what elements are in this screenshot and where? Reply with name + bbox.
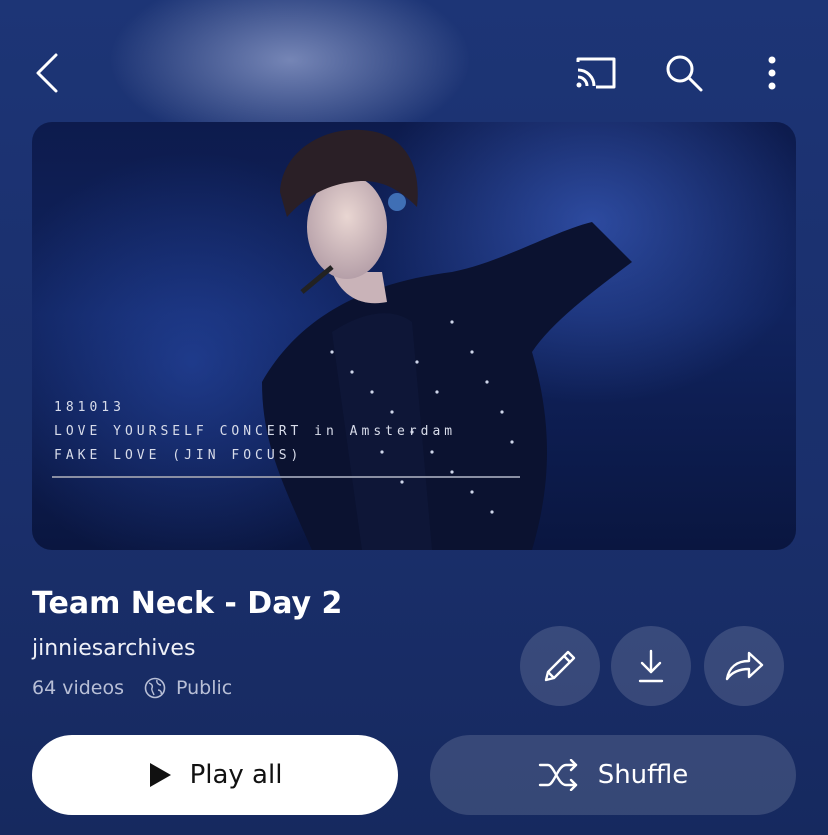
shuffle-button[interactable]: Shuffle xyxy=(430,735,796,815)
playlist-owner[interactable]: jinniesarchives xyxy=(32,636,195,661)
back-chevron-icon xyxy=(36,53,58,93)
pencil-icon xyxy=(544,650,576,682)
shuffle-label: Shuffle xyxy=(597,760,689,790)
performer-silhouette xyxy=(262,129,632,550)
search-button[interactable] xyxy=(658,48,710,98)
cast-button[interactable] xyxy=(570,50,622,96)
shuffle-icon xyxy=(538,759,580,791)
play-all-button[interactable]: Play all xyxy=(32,735,398,815)
more-vertical-icon xyxy=(768,56,776,90)
share-icon xyxy=(725,651,764,681)
download-icon xyxy=(638,649,664,683)
thumbnail-caption-song: FAKE LOVE (JIN FOCUS) xyxy=(54,448,303,463)
globe-icon xyxy=(144,677,166,699)
visibility-label: Public xyxy=(176,677,233,699)
playlist-meta: 64 videos Public xyxy=(32,677,232,699)
download-button[interactable] xyxy=(611,626,691,706)
thumbnail-caption-date: 181013 xyxy=(54,400,125,415)
play-all-label: Play all xyxy=(189,760,283,790)
share-button[interactable] xyxy=(704,626,784,706)
playlist-title: Team Neck - Day 2 xyxy=(32,586,343,621)
thumbnail-caption-rule xyxy=(52,476,520,478)
play-icon xyxy=(148,762,172,788)
video-count: 64 videos xyxy=(32,677,125,699)
edit-playlist-button[interactable] xyxy=(520,626,600,706)
search-icon xyxy=(666,55,703,92)
more-options-button[interactable] xyxy=(748,48,796,98)
cast-icon xyxy=(576,57,616,89)
thumbnail-caption-event: LOVE YOURSELF CONCERT in Amsterdam xyxy=(54,424,457,439)
back-button[interactable] xyxy=(22,48,72,98)
playlist-thumbnail[interactable]: 181013 LOVE YOURSELF CONCERT in Amsterda… xyxy=(32,122,796,550)
